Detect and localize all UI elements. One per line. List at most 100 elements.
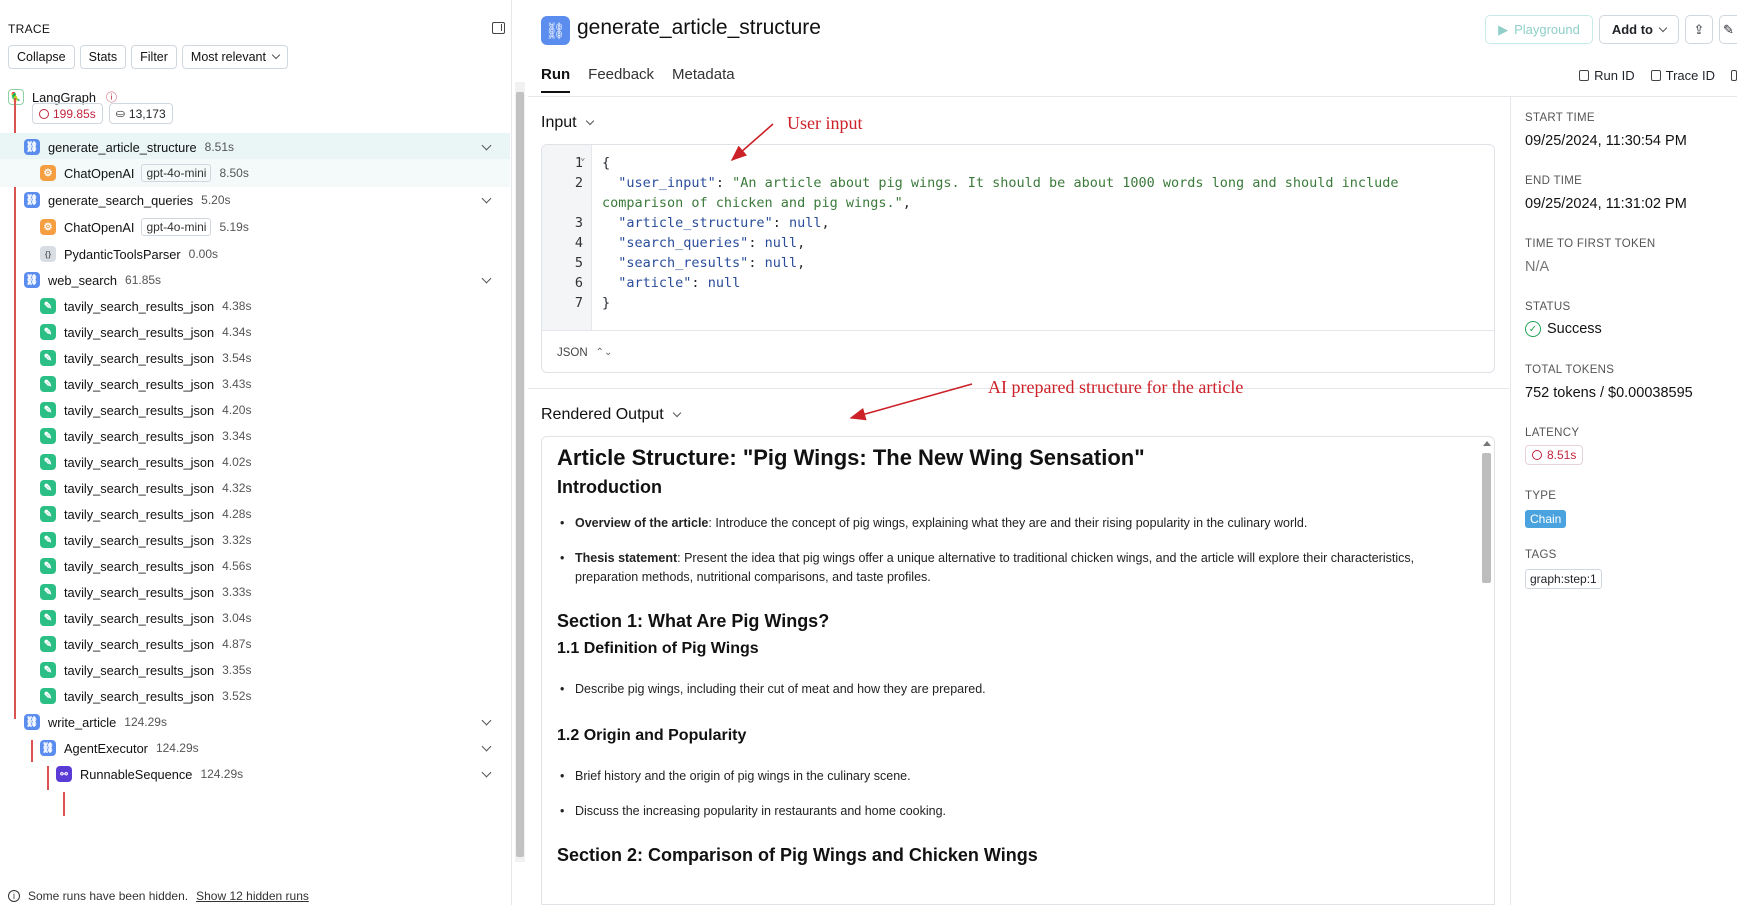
bullet-text: : Introduce the concept of pig wings, ex… [708, 516, 1308, 530]
more-button[interactable] [1731, 68, 1737, 83]
playground-label: Playground [1514, 22, 1580, 37]
input-code-block[interactable]: 1 ⌄ 2 3 4 5 6 7 { "user_input": "An arti… [541, 144, 1495, 373]
chain-icon [24, 714, 40, 730]
root-stats: 199.85s ⛀ 13,173 [32, 103, 173, 124]
trace-scrollbar[interactable] [515, 82, 525, 862]
tree-row[interactable]: web_search 61.85s [0, 266, 510, 294]
bullet-text: : Present the idea that pig wings offer … [575, 551, 1415, 584]
openai-icon [40, 165, 56, 181]
fold-icon[interactable]: ⌄ [580, 153, 585, 163]
bullet-bold: Overview of the article [575, 516, 709, 530]
run-metadata-panel: START TIME 09/25/2024, 11:30:54 PM END T… [1510, 97, 1737, 905]
tree-row[interactable]: tavily_search_results_json 3.34s [0, 422, 510, 450]
filter-button[interactable]: Filter [131, 45, 177, 69]
list-item: Overview of the article: Introduce the c… [557, 514, 1457, 533]
format-select[interactable]: JSON ⌃⌄ [542, 330, 1494, 372]
tool-icon [40, 688, 56, 704]
line-number: 3 [574, 215, 583, 231]
root-latency: 199.85s [53, 106, 96, 121]
tab-metadata[interactable]: Metadata [672, 66, 735, 93]
tree-row[interactable]: tavily_search_results_json 4.28s [0, 500, 510, 528]
trace-heading: TRACE [8, 22, 51, 36]
tree-row[interactable]: AgentExecutor 124.29s [0, 734, 510, 762]
tree-row-duration: 3.34s [222, 429, 252, 443]
tree-row-duration: 0.00s [188, 247, 219, 261]
tree-row[interactable]: tavily_search_results_json 4.34s [0, 318, 510, 346]
output-scrollbar[interactable] [1480, 439, 1492, 904]
trace-id-button[interactable]: Trace ID [1650, 68, 1715, 83]
sort-select[interactable]: Most relevant [181, 45, 288, 69]
play-icon: ▶ [1498, 21, 1509, 37]
list-item: Describe pig wings, including their cut … [557, 680, 1457, 699]
chevron-down-icon[interactable] [481, 273, 492, 284]
collapse-button[interactable]: Collapse [8, 45, 75, 69]
upload-icon: ⇪ [1693, 21, 1705, 37]
chevron-down-icon[interactable] [481, 193, 492, 204]
add-to-button[interactable]: Add to [1598, 15, 1679, 44]
rendered-output[interactable]: Article Structure: "Pig Wings: The New W… [541, 436, 1495, 905]
tree-row[interactable]: tavily_search_results_json 4.87s [0, 630, 510, 658]
tree-row-name: tavily_search_results_json [64, 610, 215, 626]
tree-row-duration: 3.52s [222, 689, 252, 703]
tree-row[interactable]: tavily_search_results_json 3.54s [0, 344, 510, 372]
chain-icon [24, 192, 40, 208]
clock-icon [1532, 450, 1542, 460]
tree-row-name: tavily_search_results_json [64, 584, 215, 600]
tab-run[interactable]: Run [541, 66, 571, 93]
tree-row[interactable]: tavily_search_results_json 3.35s [0, 656, 510, 684]
tree-row[interactable]: tavily_search_results_json 3.33s [0, 578, 510, 606]
tree-row[interactable]: ChatOpenAI gpt-4o-mini 5.19s [0, 213, 510, 241]
tree-row-name: tavily_search_results_json [64, 688, 215, 704]
tree-row[interactable]: write_article 124.29s [0, 708, 510, 736]
chevron-down-icon[interactable] [481, 715, 492, 726]
tree-row-duration: 4.28s [222, 507, 252, 521]
input-section-toggle[interactable]: Input [541, 114, 594, 132]
chevron-down-icon[interactable] [481, 767, 492, 778]
chevron-down-icon[interactable] [481, 741, 492, 752]
stats-button[interactable]: Stats [79, 45, 127, 69]
run-id-button[interactable]: Run ID [1579, 68, 1635, 83]
tool-icon [40, 584, 56, 600]
tree-row[interactable]: PydanticToolsParser 0.00s [0, 240, 510, 268]
latency-value: 8.51s [1547, 448, 1577, 462]
tool-icon [40, 454, 56, 470]
tree-row[interactable]: tavily_search_results_json 4.02s [0, 448, 510, 476]
tree-row[interactable]: tavily_search_results_json 3.04s [0, 604, 510, 632]
clock-icon [39, 108, 49, 119]
share-button[interactable]: ⇪ [1685, 15, 1713, 44]
start-time-label: START TIME [1525, 112, 1595, 124]
scrollbar-thumb[interactable] [1482, 453, 1491, 583]
tab-feedback[interactable]: Feedback [588, 66, 654, 93]
annotation-user-input: User input [787, 113, 863, 133]
tree-row[interactable]: tavily_search_results_json 4.32s [0, 474, 510, 502]
tree-row[interactable]: generate_search_queries 5.20s [0, 186, 510, 214]
line-number: 6 [574, 275, 583, 291]
tree-row[interactable]: tavily_search_results_json 3.32s [0, 526, 510, 554]
show-hidden-runs-link[interactable]: Show 12 hidden runs [196, 889, 309, 903]
scrollbar-thumb[interactable] [516, 92, 524, 857]
tree-row[interactable]: tavily_search_results_json 4.20s [0, 396, 510, 424]
tree-row[interactable]: tavily_search_results_json 4.56s [0, 552, 510, 580]
tree-row[interactable]: ChatOpenAI gpt-4o-mini 8.50s [0, 159, 510, 187]
tree-row[interactable]: RunnableSequence 124.29s [0, 760, 510, 788]
tree-row[interactable]: generate_article_structure 8.51s [0, 133, 510, 161]
tree-row-name: tavily_search_results_json [64, 402, 215, 418]
tree-row[interactable]: tavily_search_results_json 3.43s [0, 370, 510, 398]
subsection-heading: 1.2 Origin and Popularity [557, 727, 747, 744]
chevron-down-icon [271, 50, 281, 60]
output-section-toggle[interactable]: Rendered Output [541, 406, 681, 424]
playground-button[interactable]: ▶ Playground [1485, 15, 1593, 44]
top-actions: ▶ Playground Add to ⇪ ✎ [1485, 15, 1737, 44]
run-tabs: Run Feedback Metadata [541, 66, 735, 93]
tree-row-name: web_search [48, 272, 118, 288]
scroll-up-icon[interactable] [1483, 441, 1491, 446]
collapse-panel-icon[interactable] [492, 22, 505, 34]
edit-button[interactable]: ✎ [1719, 15, 1737, 44]
output-label: Rendered Output [541, 406, 664, 423]
article-title: Article Structure: "Pig Wings: The New W… [557, 445, 1145, 470]
json-key: "article" [618, 275, 692, 291]
tree-row[interactable]: tavily_search_results_json 4.38s [0, 292, 510, 320]
tree-row-duration: 124.29s [124, 715, 167, 729]
chevron-down-icon[interactable] [481, 140, 492, 151]
tree-row[interactable]: tavily_search_results_json 3.52s [0, 682, 510, 710]
